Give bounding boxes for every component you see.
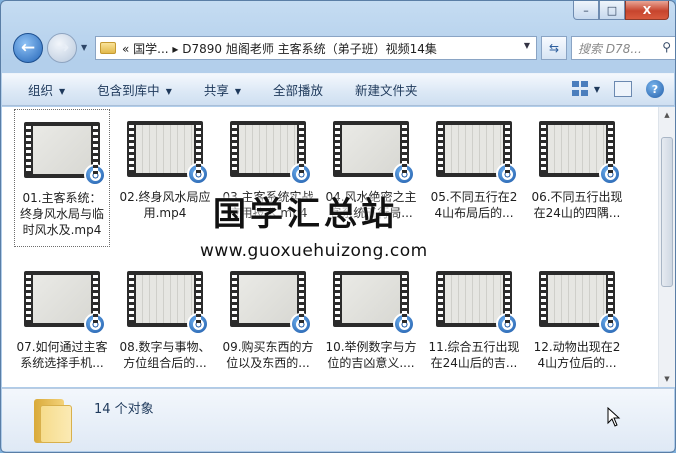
media-player-icon [187, 163, 209, 185]
video-thumbnail [539, 271, 621, 335]
file-item[interactable]: 02.终身风水局应用.mp4 [117, 109, 213, 247]
chevron-down-icon[interactable]: ▼ [594, 85, 600, 94]
chevron-down-icon: ▼ [165, 87, 172, 96]
chevron-down-icon: ▼ [81, 43, 88, 52]
maximize-button[interactable]: □ [599, 1, 625, 20]
caption-buttons: – □ X [573, 1, 669, 21]
file-item[interactable]: 06.不同五行出现在24山的四隅... [529, 109, 625, 247]
video-thumbnail [333, 271, 415, 335]
share-button[interactable]: 共享 ▼ [188, 80, 257, 99]
video-thumbnail [230, 121, 312, 185]
include-in-library-button[interactable]: 包含到库中 ▼ [81, 80, 188, 99]
include-library-label: 包含到库中 [97, 83, 160, 98]
refresh-icon: ⇆ [548, 41, 560, 55]
video-thumbnail [230, 271, 312, 335]
help-icon[interactable]: ? [646, 80, 664, 98]
item-count: 14 个对象 [94, 402, 154, 417]
media-player-icon [84, 164, 106, 186]
minimize-button[interactable]: – [573, 1, 599, 20]
file-name: 08.数字与事物、方位组合后的... [119, 340, 211, 370]
chevron-down-icon: ▼ [234, 87, 242, 96]
new-folder-button[interactable]: 新建文件夹 [339, 80, 434, 99]
file-name: 06.不同五行出现在24山的四隅... [531, 190, 623, 220]
preview-pane-icon[interactable] [614, 81, 632, 97]
file-item[interactable]: 09.购买东西的方位以及东西的... [220, 259, 316, 397]
media-player-icon [187, 313, 209, 335]
file-item[interactable]: 08.数字与事物、方位组合后的... [117, 259, 213, 397]
media-player-icon [393, 313, 415, 335]
file-item[interactable]: 04.风水绝密之主客系统五行局... [323, 109, 419, 247]
file-item[interactable]: 01.主客系统：终身风水局与临时风水及.mp4 [14, 109, 110, 247]
vertical-scrollbar[interactable]: ▲ ▼ [658, 107, 675, 387]
media-player-icon [393, 163, 415, 185]
address-dropdown[interactable]: ▼ [524, 41, 530, 50]
command-toolbar: 组织 ▼ 包含到库中 ▼ 共享 ▼ 全部播放 新建文件夹 ▼ ? [2, 73, 674, 106]
view-options-icon[interactable] [571, 81, 590, 97]
file-item[interactable]: 07.如何通过主客系统选择手机... [14, 259, 110, 397]
details-pane: 14 个对象 [2, 388, 674, 451]
organize-button[interactable]: 组织 ▼ [12, 80, 81, 99]
file-name: 02.终身风水局应用.mp4 [119, 190, 211, 220]
media-player-icon [599, 163, 621, 185]
media-player-icon [496, 313, 518, 335]
video-thumbnail [127, 271, 209, 335]
forward-button[interactable]: → [47, 33, 77, 63]
organize-label: 组织 [28, 83, 54, 98]
back-button[interactable]: ← [13, 33, 43, 63]
file-name: 01.主客系统：终身风水局与临时风水及.mp4 [19, 191, 104, 237]
folder-icon [34, 399, 72, 443]
scroll-down-icon[interactable]: ▼ [659, 371, 675, 387]
file-name: 09.购买东西的方位以及东西的... [222, 340, 314, 370]
file-item[interactable]: 05.不同五行在24山布局后的... [426, 109, 522, 247]
address-path: « 国学... ▸ D7890 旭阁老师 主客系统（弟子班）视频14集 [122, 41, 437, 56]
address-bar[interactable]: « 国学... ▸ D7890 旭阁老师 主客系统（弟子班）视频14集 ▼ [95, 36, 537, 60]
chevron-down-icon: ▼ [59, 87, 66, 96]
file-name: 11.综合五行出现在24山后的吉... [428, 340, 520, 370]
new-folder-label: 新建文件夹 [355, 83, 418, 98]
video-thumbnail [436, 271, 518, 335]
toolbar-right: ▼ ? [571, 80, 664, 98]
video-thumbnail [127, 121, 209, 185]
close-button[interactable]: X [625, 1, 669, 20]
file-item[interactable]: 12.动物出现在24山方位后的... [529, 259, 625, 397]
play-all-label: 全部播放 [273, 83, 324, 98]
file-list: 01.主客系统：终身风水局与临时风水及.mp4 02.终身风水局应用.mp4 0… [2, 107, 658, 387]
play-all-button[interactable]: 全部播放 [257, 80, 339, 99]
media-player-icon [599, 313, 621, 335]
video-thumbnail [333, 121, 415, 185]
media-player-icon [290, 163, 312, 185]
share-label: 共享 [203, 83, 229, 98]
recent-pages-dropdown[interactable]: ▼ [81, 43, 87, 52]
file-name: 04.风水绝密之主客系统五行局... [325, 190, 417, 220]
video-thumbnail [24, 271, 106, 335]
scroll-up-icon[interactable]: ▲ [659, 107, 675, 123]
search-icon: ⚲ [662, 40, 671, 54]
arrow-left-icon: ← [20, 38, 36, 58]
scrollbar-thumb[interactable] [661, 137, 673, 287]
file-name: 03.主客系统实战应用技术.mp4 [222, 190, 314, 220]
video-thumbnail [436, 121, 518, 185]
folder-icon [100, 42, 116, 54]
refresh-button[interactable]: ⇆ [541, 36, 567, 60]
explorer-window: – □ X ← → ▼ « 国学... ▸ D7890 旭阁老师 主客系统（弟子… [0, 0, 676, 453]
arrow-right-icon: → [54, 38, 70, 58]
file-item[interactable]: 11.综合五行出现在24山后的吉... [426, 259, 522, 397]
media-player-icon [84, 313, 106, 335]
file-name: 07.如何通过主客系统选择手机... [16, 340, 108, 370]
media-player-icon [496, 163, 518, 185]
media-player-icon [290, 313, 312, 335]
file-item[interactable]: 10.举例数字与方位的吉凶意义.... [323, 259, 419, 397]
search-input[interactable]: 搜索 D78... ⚲ [571, 36, 675, 60]
file-item[interactable]: 03.主客系统实战应用技术.mp4 [220, 109, 316, 247]
video-thumbnail [24, 122, 106, 186]
file-name: 12.动物出现在24山方位后的... [533, 340, 621, 370]
file-name: 10.举例数字与方位的吉凶意义.... [325, 340, 417, 370]
search-placeholder: 搜索 D78... [578, 41, 642, 56]
file-name: 05.不同五行在24山布局后的... [430, 190, 518, 220]
navigation-bar: ← → ▼ « 国学... ▸ D7890 旭阁老师 主客系统（弟子班）视频14… [9, 31, 675, 65]
video-thumbnail [539, 121, 621, 185]
